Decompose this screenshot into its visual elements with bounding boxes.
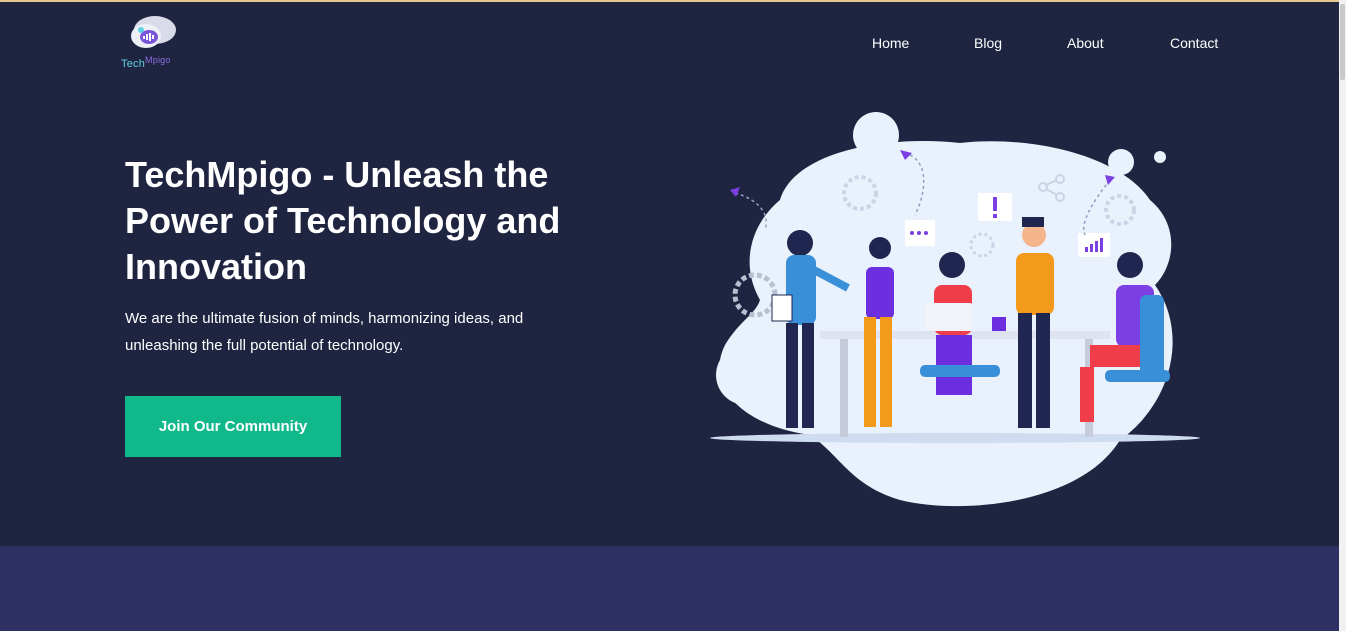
nav-blog[interactable]: Blog	[974, 35, 1002, 51]
scrollbar-thumb[interactable]	[1340, 4, 1345, 80]
team-illustration	[700, 105, 1210, 520]
scrollbar[interactable]	[1339, 0, 1346, 631]
nav-contact[interactable]: Contact	[1170, 35, 1218, 51]
nav-about[interactable]: About	[1067, 35, 1104, 51]
hero-title: TechMpigo - Unleash the Power of Technol…	[125, 154, 561, 287]
logo-text: TechMpigo	[121, 55, 171, 70]
next-section	[0, 546, 1339, 631]
join-community-button[interactable]: Join Our Community	[125, 396, 341, 457]
hero-subtitle: We are the ultimate fusion of minds, har…	[125, 310, 524, 354]
nav-home[interactable]: Home	[872, 35, 909, 51]
